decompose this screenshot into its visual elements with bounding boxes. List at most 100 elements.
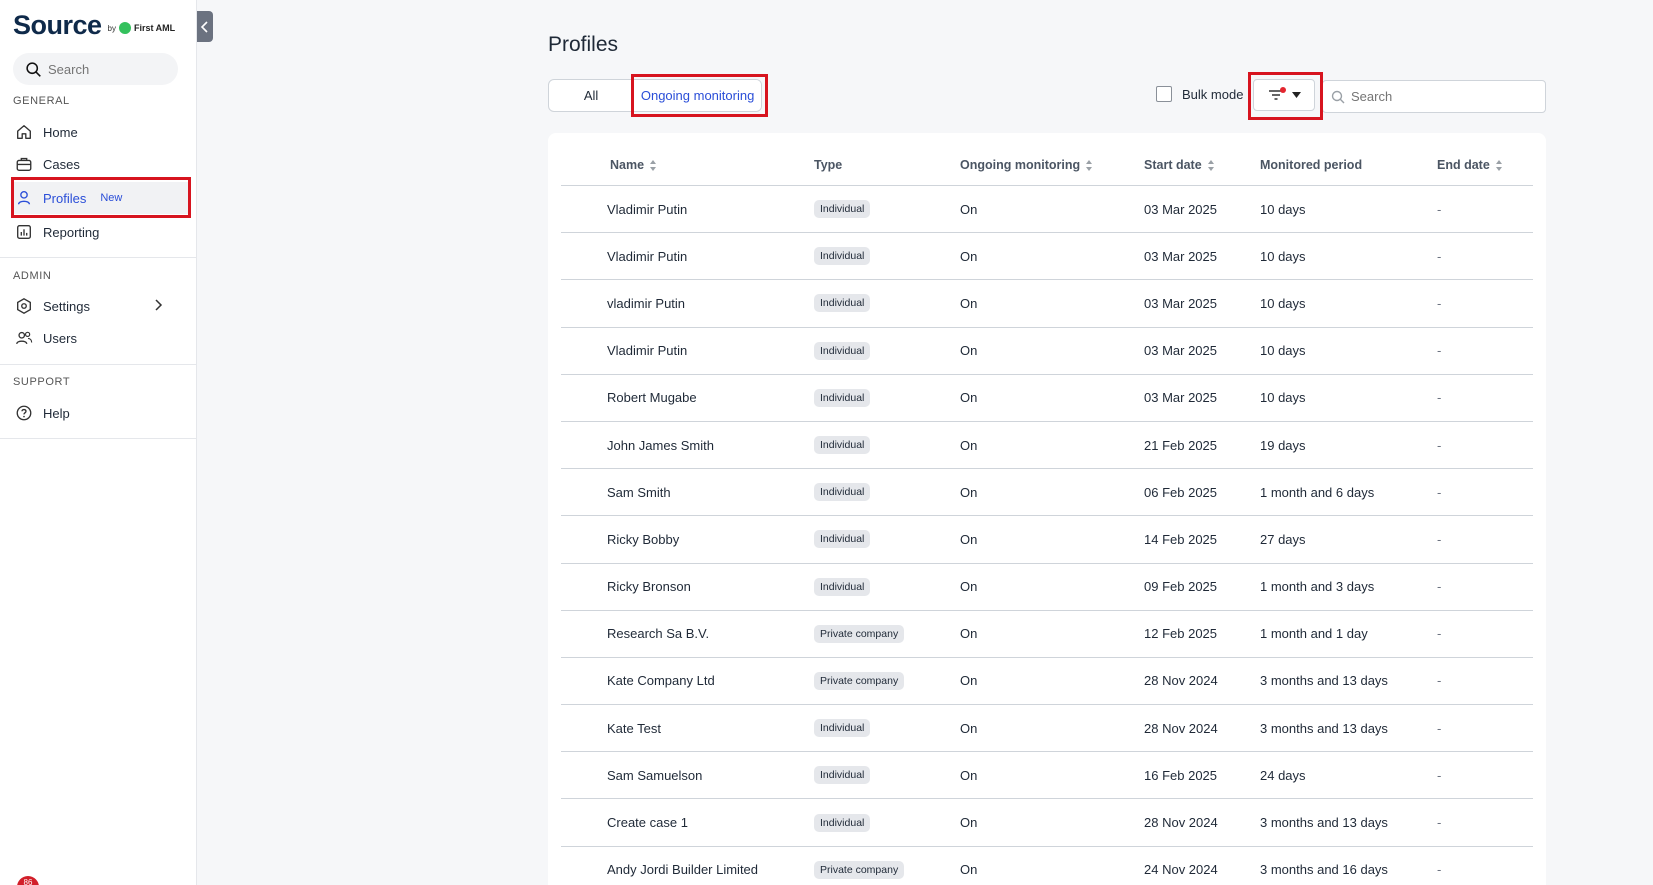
cell-start-date-text: 03 Mar 2025 xyxy=(1144,390,1217,406)
profiles-search-input[interactable] xyxy=(1351,89,1531,104)
cell-monitored-period: 10 days xyxy=(1260,186,1306,232)
cell-name-text: Create case 1 xyxy=(607,815,688,831)
table-row[interactable]: Create case 1 Individual On 28 Nov 2024 3 mo… xyxy=(561,799,1533,847)
sidebar-item-cases[interactable]: Cases xyxy=(12,148,189,180)
active-filter-dot xyxy=(1280,87,1286,93)
cell-start-date: 14 Feb 2025 xyxy=(1144,516,1217,562)
column-header-label: Type xyxy=(814,158,843,172)
sidebar-item-help[interactable]: Help xyxy=(12,397,189,429)
table-row[interactable]: John James Smith Individual On 21 Feb 2025 1… xyxy=(561,422,1533,470)
cell-name: Vladimir Putin xyxy=(607,233,687,279)
sidebar-item-profiles[interactable]: Profiles New xyxy=(12,182,188,214)
sidebar-search-input[interactable] xyxy=(48,61,168,77)
type-tag: Individual xyxy=(814,247,871,266)
column-header-type: Type xyxy=(814,158,842,172)
sidebar-item-users[interactable]: Users xyxy=(12,322,189,354)
table-row[interactable]: Andy Jordi Builder Limited Private compan… xyxy=(561,847,1533,885)
cell-start-date: 12 Feb 2025 xyxy=(1144,611,1217,657)
cell-monitored-period: 24 days xyxy=(1260,752,1306,798)
sidebar-item-home[interactable]: Home xyxy=(12,116,189,148)
column-header-label: Monitored period xyxy=(1260,158,1363,172)
cell-ongoing-monitoring-text: On xyxy=(960,815,978,831)
sidebar-item-settings[interactable]: Settings xyxy=(12,290,189,322)
cell-name: Robert Mugabe xyxy=(607,375,697,421)
column-header-ongoing-monitoring[interactable]: Ongoing monitoring xyxy=(960,158,1093,172)
type-tag: Individual xyxy=(814,577,871,596)
search-icon xyxy=(26,61,41,77)
table-row[interactable]: Research Sa B.V. Private company On 12 Feb … xyxy=(561,611,1533,658)
cell-end-date: - xyxy=(1437,280,1441,326)
cell-type: Individual xyxy=(814,705,871,751)
cell-start-date: 21 Feb 2025 xyxy=(1144,422,1217,468)
table-row[interactable]: vladimir Putin Individual On 03 Mar 2025 10 … xyxy=(561,280,1533,328)
cell-end-date: - xyxy=(1437,233,1441,279)
column-header-end-date[interactable]: End date xyxy=(1437,158,1503,172)
cell-name-text: Robert Mugabe xyxy=(607,390,697,406)
cell-start-date-text: 24 Nov 2024 xyxy=(1144,862,1218,878)
cell-type: Individual xyxy=(814,752,871,798)
cell-start-date: 03 Mar 2025 xyxy=(1144,186,1217,232)
cell-start-date-text: 03 Mar 2025 xyxy=(1144,201,1217,217)
settings-hexagon-icon xyxy=(17,298,31,314)
column-header-name[interactable]: Name xyxy=(610,158,657,172)
filter-button[interactable] xyxy=(1253,79,1315,111)
cell-type: Individual xyxy=(814,516,871,562)
section-admin: ADMIN xyxy=(13,270,52,282)
column-header-label: Ongoing monitoring xyxy=(960,158,1081,172)
type-tag: Individual xyxy=(814,813,871,832)
tab-ongoing-monitoring[interactable]: Ongoing monitoring xyxy=(633,80,761,111)
collapse-sidebar-button[interactable] xyxy=(197,11,213,42)
type-tag: Individual xyxy=(814,388,871,407)
sidebar-item-reporting[interactable]: Reporting xyxy=(12,216,189,248)
cell-end-date-text: - xyxy=(1437,673,1442,689)
cell-ongoing-monitoring-text: On xyxy=(960,248,978,264)
cell-end-date: - xyxy=(1437,847,1441,885)
cell-monitored-period-text: 3 months and 13 days xyxy=(1260,720,1388,736)
sidebar-item-label: Profiles xyxy=(43,190,87,206)
table-row[interactable]: Kate Company Ltd Private company On 28 Nov … xyxy=(561,658,1533,706)
sidebar-item-label: Users xyxy=(43,330,77,346)
cell-ongoing-monitoring: On xyxy=(960,658,977,704)
sort-icon xyxy=(1495,159,1503,171)
cell-end-date: - xyxy=(1437,752,1441,798)
cell-monitored-period-text: 1 month and 6 days xyxy=(1260,484,1375,500)
notification-badge[interactable]: 86 xyxy=(17,876,39,885)
column-header-start-date[interactable]: Start date xyxy=(1144,158,1215,172)
type-tag: Individual xyxy=(814,436,871,455)
cell-ongoing-monitoring-text: On xyxy=(960,484,978,500)
sidebar: Source by First AML GENERAL Home Cases P… xyxy=(0,0,197,885)
cell-ongoing-monitoring: On xyxy=(960,186,977,232)
table-row[interactable]: Sam Samuelson Individual On 16 Feb 2025 24 d… xyxy=(561,752,1533,800)
tab-all[interactable]: All xyxy=(549,80,633,111)
profiles-search[interactable] xyxy=(1322,80,1546,113)
table-row[interactable]: Kate Test Individual On 28 Nov 2024 3 months… xyxy=(561,705,1533,753)
sidebar-search[interactable] xyxy=(13,53,178,85)
table-row[interactable]: Robert Mugabe Individual On 03 Mar 2025 10 d… xyxy=(561,375,1533,422)
cell-monitored-period-text: 10 days xyxy=(1260,295,1306,311)
table-row[interactable]: Ricky Bobby Individual On 14 Feb 2025 27 day… xyxy=(561,516,1533,564)
cell-monitored-period: 19 days xyxy=(1260,422,1306,468)
table-row[interactable]: Vladimir Putin Individual On 03 Mar 2025 10 … xyxy=(561,328,1533,375)
cell-name: Vladimir Putin xyxy=(607,186,687,232)
cell-start-date-text: 14 Feb 2025 xyxy=(1144,531,1218,547)
home-icon xyxy=(17,125,31,139)
brand-logo[interactable]: Source by First AML xyxy=(13,10,175,41)
bulk-mode-checkbox[interactable] xyxy=(1156,86,1172,102)
table-row[interactable]: Vladimir Putin Individual On 03 Mar 2025 10 … xyxy=(561,233,1533,281)
type-tag: Individual xyxy=(814,200,871,219)
cell-type: Individual xyxy=(814,328,871,374)
cell-type: Private company xyxy=(814,611,905,657)
table-row[interactable]: Vladimir Putin Individual On 03 Mar 2025 10 … xyxy=(561,186,1533,234)
briefcase-icon xyxy=(16,157,32,171)
cell-monitored-period-text: 24 days xyxy=(1260,767,1306,783)
report-chart-icon xyxy=(17,225,31,239)
bulk-mode-toggle[interactable]: Bulk mode xyxy=(1156,86,1243,102)
cell-start-date: 03 Mar 2025 xyxy=(1144,375,1217,421)
cell-end-date-text: - xyxy=(1437,437,1442,453)
cell-end-date: - xyxy=(1437,422,1441,468)
cell-ongoing-monitoring-text: On xyxy=(960,390,978,406)
table-row[interactable]: Ricky Bronson Individual On 09 Feb 2025 1 mo… xyxy=(561,564,1533,611)
cell-monitored-period-text: 3 months and 13 days xyxy=(1260,673,1388,689)
table-row[interactable]: Sam Smith Individual On 06 Feb 2025 1 month … xyxy=(561,469,1533,517)
cell-ongoing-monitoring-text: On xyxy=(960,579,978,595)
